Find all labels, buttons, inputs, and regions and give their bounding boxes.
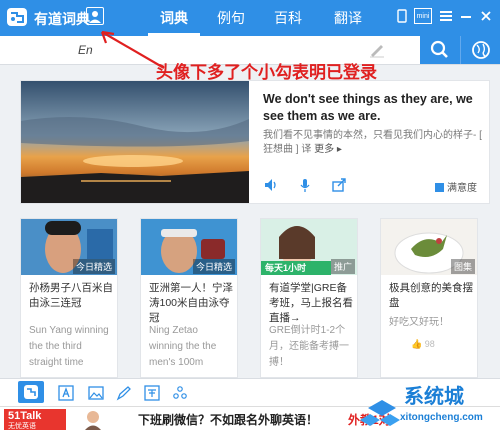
minimize-icon[interactable] [458,8,474,24]
tab-examples[interactable]: 例句 [205,0,257,36]
ad-text: 下班刷微信？不如跟名外聊英语！ [138,413,319,427]
close-icon[interactable] [478,8,494,24]
mini-mode-button[interactable]: mini [414,8,432,24]
translate-icon[interactable] [144,385,160,401]
card-title: 有道学堂|GRE备考班，马上报名看直播→ [269,282,353,324]
card-summary: GRE倒计时1-2个月，还能备考搏一搏！ [269,325,349,368]
youdao-home-icon [24,385,38,399]
news-card[interactable]: 今日精选 孙杨男子八百米自由泳三连冠 Sun Yang winning the … [20,218,118,378]
tab-encyclopedia[interactable]: 百科 [262,0,314,36]
more-apps-icon[interactable] [172,385,188,401]
watermark-url: xitongcheng.com [400,412,483,423]
share-icon[interactable] [331,177,347,193]
user-avatar-button[interactable] [86,7,104,25]
news-card[interactable]: 今日精选 亚洲第一人！宁泽涛100米自由泳夺冠 Ning Zetao winni… [140,218,238,378]
tab-translate[interactable]: 翻译 [322,0,374,36]
web-search-button[interactable] [460,36,500,64]
quote-chinese: 我们看不见事情的本然，只看见我们内心的样子- [ 狂想曲 ] 译 更多 ▸ [263,129,485,157]
card-title: 孙杨男子八百米自由泳三连冠 [29,282,113,309]
youdao-logo-icon [7,8,27,26]
search-icon [430,40,448,58]
card-summary: 好吃又好玩！ [389,317,449,328]
quote-english: We don't see things as they are, we see … [263,92,473,123]
card-title: 极具创意的美食摆盘 [389,282,473,309]
app-name: 有道词典 [34,11,90,27]
globe-icon [472,41,490,59]
card-tag: 今日精选 [192,259,235,274]
quote-chinese-text: 我们看不见事情的本然，只看见我们内心的样子- [ 狂想曲 ] 译 [263,130,482,155]
card-tag: 今日精选 [72,259,115,274]
satisfaction-label: 满意度 [447,183,477,194]
card-summary: Ning Zetao winning the the men's 100m [149,325,217,368]
card-likes: 👍 98 [411,339,435,349]
menu-icon[interactable] [438,8,454,24]
card-tag: 图集 [450,259,475,274]
home-button[interactable] [18,381,44,403]
ad-person-image [85,411,101,430]
satisfaction-toggle[interactable]: 满意度 [435,179,477,194]
handwriting-icon[interactable] [368,42,386,58]
card-title: 亚洲第一人！宁泽涛100米自由泳夺冠 [149,282,233,324]
user-icon [89,11,101,23]
likes-count: 98 [424,339,435,349]
search-button[interactable] [420,36,460,64]
ad-logo: 51Talk 无忧英语 [4,409,66,430]
top-bar: 有道词典 词典 例句 百科 翻译 mini [0,0,500,36]
ad-logo-tagline: 无忧英语 [8,423,36,430]
phone-icon[interactable] [394,8,410,24]
news-card[interactable]: 图集 极具创意的美食摆盘 好吃又好玩！ 👍 98 [380,218,478,378]
card-tag: 推广 [330,259,355,274]
checkbox-icon [435,183,444,192]
image-icon[interactable] [88,385,104,401]
text-icon[interactable] [58,385,74,401]
card-summary: Sun Yang winning the the third straight … [29,325,109,368]
sunset-image [21,81,249,203]
daily-quote-card[interactable]: We don't see things as they are, we see … [20,80,490,204]
microphone-icon[interactable] [297,177,313,193]
watermark-brand: 系统城 [404,386,464,408]
news-card[interactable]: 每天1小时 推广 有道学堂|GRE备考班，马上报名看直播→ GRE倒计时1-2个… [260,218,358,378]
more-link[interactable]: 更多 ▸ [314,144,342,155]
speaker-icon[interactable] [263,177,279,193]
svg-text:每天1小时: 每天1小时 [265,262,306,273]
note-icon[interactable] [116,385,132,401]
